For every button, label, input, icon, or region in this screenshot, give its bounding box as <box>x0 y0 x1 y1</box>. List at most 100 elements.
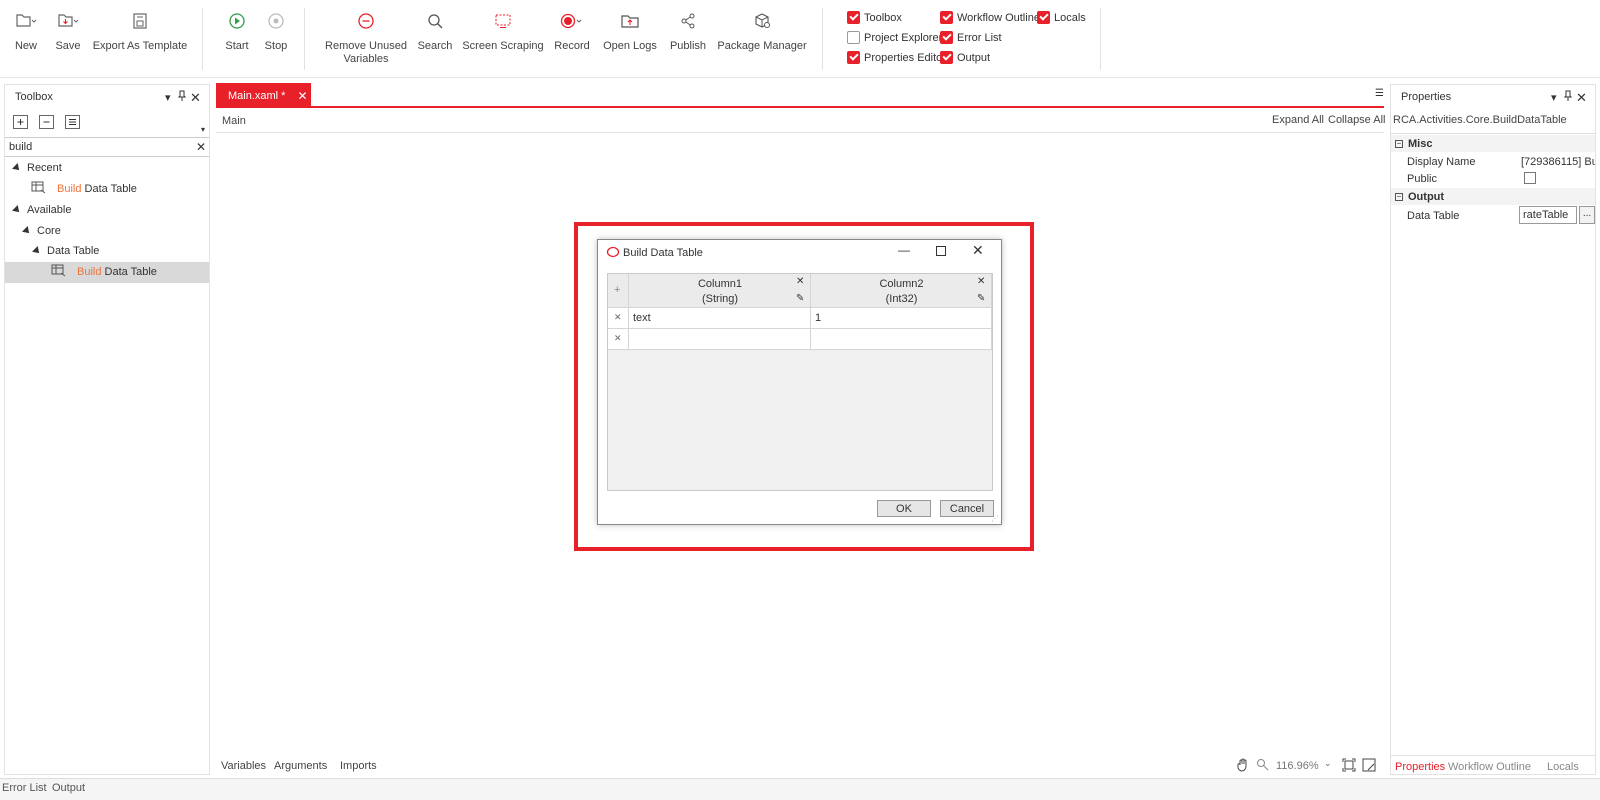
toggle-error-list[interactable]: Error List <box>940 31 1002 44</box>
toolbox-item-build-data-table[interactable]: Build Data Table <box>51 262 157 282</box>
collapse-all-icon[interactable] <box>39 115 54 129</box>
save-button[interactable]: Save <box>52 8 84 70</box>
expand-all-icon[interactable] <box>13 115 28 129</box>
minimize-icon[interactable]: — <box>898 243 910 257</box>
imports-tab[interactable]: Imports <box>340 760 377 772</box>
variables-tab[interactable]: Variables <box>221 760 266 772</box>
tree-group-available[interactable]: Available <box>12 200 71 220</box>
tab-locals[interactable]: Locals <box>1547 761 1579 773</box>
zoom-icon[interactable] <box>1256 758 1270 775</box>
remove-column-icon[interactable]: ✕ <box>977 276 985 287</box>
toolbox-search-box[interactable]: build ✕ <box>5 137 209 157</box>
tree-group-core[interactable]: Core <box>22 221 61 241</box>
delete-row-cell[interactable]: ✕ <box>608 308 629 329</box>
arguments-tab[interactable]: Arguments <box>274 760 327 772</box>
display-name-field[interactable]: [729386115] Buil <box>1521 153 1595 170</box>
column-header[interactable]: Column2 (Int32) ✕ ✎ <box>811 274 992 308</box>
expand-arrow-icon[interactable] <box>32 246 42 256</box>
stop-button[interactable]: Stop <box>262 8 290 70</box>
cancel-button[interactable]: Cancel <box>940 500 994 517</box>
expand-arrow-icon[interactable] <box>12 163 22 173</box>
table-cell[interactable]: text <box>629 308 811 329</box>
category-output[interactable]: − Output <box>1391 188 1595 205</box>
remove-column-icon[interactable]: ✕ <box>796 276 804 287</box>
table-cell[interactable] <box>811 329 992 350</box>
toolbox-search-input[interactable]: build <box>9 141 32 153</box>
checkbox-icon[interactable] <box>1037 11 1050 24</box>
checkbox-icon[interactable] <box>847 11 860 24</box>
toolbox-item-build-data-table-recent[interactable]: Build Data Table <box>31 179 137 199</box>
checkbox-icon[interactable] <box>940 11 953 24</box>
clear-search-icon[interactable]: ✕ <box>196 140 206 154</box>
category-misc[interactable]: − Misc <box>1391 135 1595 152</box>
fit-to-screen-icon[interactable] <box>1342 758 1356 775</box>
dropdown-icon[interactable]: ▾ <box>165 91 171 104</box>
close-dialog-icon[interactable]: ✕ <box>972 242 984 259</box>
edit-column-icon[interactable]: ✎ <box>796 293 804 304</box>
toggle-properties-editor[interactable]: Properties Editor <box>847 51 946 64</box>
expand-arrow-icon[interactable] <box>12 205 22 215</box>
tree-group-recent[interactable]: Recent <box>12 158 62 178</box>
ok-button[interactable]: OK <box>877 500 931 517</box>
remove-unused-variables-button[interactable]: Remove Unused Variables <box>325 8 407 70</box>
edit-column-icon[interactable]: ✎ <box>977 293 985 304</box>
data-table-field[interactable]: rateTable <box>1519 206 1577 224</box>
breadcrumb[interactable]: Main <box>222 115 246 127</box>
overview-map-icon[interactable] <box>1362 758 1376 775</box>
delete-row-icon[interactable]: ✕ <box>614 333 622 344</box>
expand-arrow-icon[interactable] <box>22 226 32 236</box>
add-column-icon[interactable]: + <box>614 284 620 296</box>
tab-properties[interactable]: Properties <box>1395 761 1445 773</box>
tab-main-xaml[interactable]: Main.xaml * ✕ <box>216 83 311 108</box>
close-tab-icon[interactable]: ✕ <box>297 89 307 103</box>
open-logs-button[interactable]: Open Logs <box>603 8 657 70</box>
search-button[interactable]: Search <box>416 8 454 70</box>
delete-row-cell[interactable]: ✕ <box>608 329 629 350</box>
collapse-category-icon[interactable]: − <box>1395 192 1403 201</box>
close-icon[interactable]: ✕ <box>190 90 201 106</box>
options-icon[interactable]: ▾ <box>201 125 205 134</box>
tab-error-list[interactable]: Error List <box>2 782 47 794</box>
toggle-output[interactable]: Output <box>940 51 990 64</box>
package-manager-button[interactable]: Package Manager <box>717 8 807 70</box>
dropdown-icon[interactable]: ▾ <box>1551 91 1557 104</box>
publish-button[interactable]: Publish <box>668 8 708 70</box>
toggle-toolbox[interactable]: Toolbox <box>847 11 902 24</box>
collapse-category-icon[interactable]: − <box>1395 139 1403 148</box>
maximize-icon[interactable] <box>936 246 946 256</box>
checkbox-icon[interactable] <box>847 31 860 44</box>
toggle-locals[interactable]: Locals <box>1037 11 1086 24</box>
tab-output[interactable]: Output <box>52 782 85 794</box>
start-button[interactable]: Start <box>222 8 252 70</box>
collapse-all-button[interactable]: Collapse All <box>1328 114 1385 126</box>
checkbox-icon[interactable] <box>847 51 860 64</box>
toggle-project-explorer[interactable]: Project Explorer <box>847 31 942 44</box>
tree-group-data-table[interactable]: Data Table <box>32 241 99 261</box>
record-button[interactable]: Record <box>552 8 592 70</box>
pin-icon[interactable] <box>177 90 187 105</box>
table-cell[interactable]: 1 <box>811 308 992 329</box>
new-button[interactable]: New <box>10 8 42 70</box>
toggle-workflow-outline[interactable]: Workflow Outline <box>940 11 1040 24</box>
add-column-cell[interactable]: + <box>608 274 629 308</box>
list-view-icon[interactable] <box>65 115 80 129</box>
screen-scraping-button[interactable]: Screen Scraping <box>462 8 544 70</box>
pin-icon[interactable] <box>1563 90 1573 105</box>
checkbox-icon[interactable] <box>940 31 953 44</box>
resize-grip-icon[interactable]: ⋰ <box>991 514 999 523</box>
delete-row-icon[interactable]: ✕ <box>614 312 622 323</box>
column-header[interactable]: Column1 (String) ✕ ✎ <box>629 274 811 308</box>
public-checkbox[interactable] <box>1524 172 1536 184</box>
export-as-template-button[interactable]: Export As Template <box>93 8 187 70</box>
zoom-level[interactable]: 116.96% <box>1276 760 1319 772</box>
expand-all-button[interactable]: Expand All <box>1272 114 1324 126</box>
zoom-dropdown-icon[interactable]: ⌄ <box>1324 758 1332 769</box>
browse-button[interactable]: ... <box>1579 206 1595 224</box>
table-cell[interactable] <box>629 329 811 350</box>
pan-hand-icon[interactable] <box>1236 758 1250 775</box>
checkbox-icon[interactable] <box>940 51 953 64</box>
tab-workflow-outline[interactable]: Workflow Outline <box>1448 761 1531 773</box>
bottom-bar: Error List Output <box>0 778 1600 800</box>
tab-list-icon[interactable]: ☰ <box>1375 88 1384 99</box>
close-icon[interactable]: ✕ <box>1576 90 1587 106</box>
